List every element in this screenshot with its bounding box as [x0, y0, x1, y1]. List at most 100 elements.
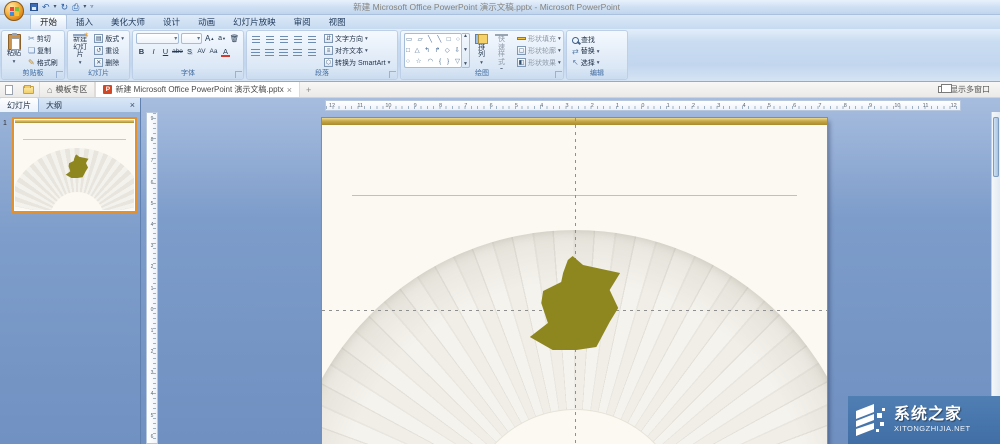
tab-design[interactable]: 设计	[154, 15, 189, 29]
underline-button[interactable]: U	[160, 46, 171, 56]
show-windows-button[interactable]: 显示多窗口	[928, 82, 1000, 97]
list-item: 7	[464, 103, 467, 109]
font-dialog-launcher[interactable]	[235, 71, 242, 78]
shapes-gallery-scroll[interactable]: ▲▼▼	[462, 33, 470, 68]
align-text-button[interactable]: ≡对齐文本	[322, 45, 392, 56]
slide-canvas[interactable]	[322, 118, 827, 444]
list-item: 5	[151, 201, 154, 207]
quick-styles-button[interactable]: 快速样式	[493, 33, 510, 68]
vertical-scrollbar[interactable]	[991, 112, 1000, 444]
redo-button[interactable]: ↻	[61, 3, 69, 12]
decrease-indent-icon	[280, 36, 288, 44]
paste-dropdown-icon[interactable]	[13, 58, 16, 67]
increase-indent-icon	[294, 36, 302, 44]
list-item: 1	[667, 103, 670, 109]
font-color-button[interactable]: A	[220, 46, 231, 56]
new-document-button[interactable]	[0, 82, 18, 97]
select-button[interactable]: ↖选择	[570, 58, 601, 68]
list-item: ☆	[416, 58, 422, 65]
tab-review[interactable]: 审阅	[285, 15, 320, 29]
format-painter-icon: ✎	[28, 58, 35, 67]
save-icon[interactable]	[30, 3, 38, 11]
shapes-row: ▭▱╲╲□○	[406, 36, 460, 43]
slide-thumbnail[interactable]	[12, 117, 137, 213]
new-slide-dropdown-icon[interactable]	[79, 59, 82, 68]
tab-outline[interactable]: 大纲	[39, 98, 69, 112]
strikethrough-button[interactable]: abe	[172, 46, 183, 56]
clipboard-dialog-launcher[interactable]	[56, 71, 63, 78]
columns-button[interactable]	[306, 48, 317, 58]
clear-formatting-button[interactable]: 🗑	[229, 34, 240, 44]
print-dropdown-icon[interactable]: ▾	[83, 3, 86, 12]
justify-button[interactable]	[292, 48, 303, 58]
shape-outline-button[interactable]: ▢形状轮廓	[515, 45, 563, 56]
increase-indent-button[interactable]	[292, 35, 303, 45]
text-direction-button[interactable]: ⇵文字方向	[322, 33, 392, 44]
numbering-button[interactable]	[264, 35, 275, 45]
font-name-combobox[interactable]	[136, 33, 179, 44]
line-spacing-button[interactable]	[306, 35, 317, 45]
bullets-button[interactable]	[250, 35, 261, 45]
powerpoint-icon: P	[103, 85, 112, 94]
tab-slideshow[interactable]: 幻灯片放映	[224, 15, 285, 29]
tab-beautify-master[interactable]: 美化大师	[102, 15, 154, 29]
replace-button[interactable]: ⇄替换	[570, 46, 601, 56]
tab-close-icon[interactable]: ×	[287, 85, 292, 95]
layout-button[interactable]: ▤版式	[92, 33, 126, 44]
shape-effects-button[interactable]: ◧形状效果	[515, 57, 563, 68]
list-item: 12	[329, 103, 335, 109]
list-item: ○	[406, 58, 410, 65]
align-center-button[interactable]	[264, 48, 275, 58]
panel-close-icon[interactable]: ×	[125, 98, 140, 112]
arrange-dropdown-icon	[480, 59, 483, 68]
font-size-combobox[interactable]	[181, 33, 202, 44]
shrink-font-button[interactable]: a▼	[217, 34, 227, 44]
drawing-dialog-launcher[interactable]	[555, 71, 562, 78]
list-item: 4	[743, 103, 746, 109]
template-zone-tab[interactable]: ⌂ 模板专区	[39, 82, 95, 97]
align-left-button[interactable]	[250, 48, 261, 58]
scrollbar-thumb[interactable]	[993, 117, 999, 177]
office-button[interactable]	[4, 1, 24, 21]
quick-print-icon[interactable]: ⎙	[72, 3, 79, 12]
new-slide-button[interactable]: 新建幻灯片	[71, 33, 89, 68]
delete-button[interactable]: ✕删除	[92, 57, 126, 68]
change-case-button[interactable]: Aa	[208, 46, 219, 56]
text-shadow-button[interactable]: S	[184, 46, 195, 56]
format-painter-button[interactable]: ✎格式刷	[26, 57, 60, 68]
align-right-button[interactable]	[278, 48, 289, 58]
convert-smartart-button[interactable]: ⬡转换为 SmartArt	[322, 57, 392, 68]
italic-button[interactable]: I	[148, 46, 159, 56]
arrange-button[interactable]: 排列	[473, 33, 490, 68]
paragraph-dialog-launcher[interactable]	[389, 71, 396, 78]
undo-button[interactable]: ↶	[42, 3, 50, 12]
tab-slides-thumbnails[interactable]: 幻灯片	[0, 98, 39, 112]
copy-button[interactable]: ❏复制	[26, 45, 60, 56]
reset-button[interactable]: ↺重设	[92, 45, 126, 56]
grow-font-button[interactable]: A▲	[204, 34, 215, 44]
shape-fill-button[interactable]: 形状填充	[515, 33, 563, 44]
shapes-gallery[interactable]: ▭▱╲╲□○ □△↰↱◇⇩ ○☆◠{}▽	[404, 33, 462, 68]
shape-effects-icon: ◧	[517, 58, 526, 67]
undo-dropdown-icon[interactable]: ▾	[54, 3, 57, 12]
list-item: △	[415, 47, 420, 54]
open-folder-button[interactable]	[18, 82, 39, 97]
paste-button[interactable]: 粘贴	[5, 33, 23, 68]
tab-home[interactable]: 开始	[30, 14, 67, 29]
character-spacing-button[interactable]: AV	[196, 46, 207, 56]
find-button[interactable]: 查找	[570, 35, 601, 45]
folder-icon	[23, 86, 34, 94]
list-item: 6	[793, 103, 796, 109]
paste-icon	[8, 34, 21, 50]
tab-insert[interactable]: 插入	[67, 15, 102, 29]
document-tab[interactable]: P 新建 Microsoft Office PowerPoint 演示文稿.pp…	[95, 82, 300, 97]
cut-button[interactable]: ✂剪切	[26, 33, 60, 44]
list-item: 11	[357, 103, 363, 109]
decrease-indent-button[interactable]	[278, 35, 289, 45]
bold-button[interactable]: B	[136, 46, 147, 56]
new-tab-button[interactable]: +	[300, 82, 317, 97]
list-item: ▭	[406, 36, 412, 43]
tab-animation[interactable]: 动画	[189, 15, 224, 29]
list-item: 6	[151, 434, 154, 440]
tab-view[interactable]: 视图	[320, 15, 355, 29]
